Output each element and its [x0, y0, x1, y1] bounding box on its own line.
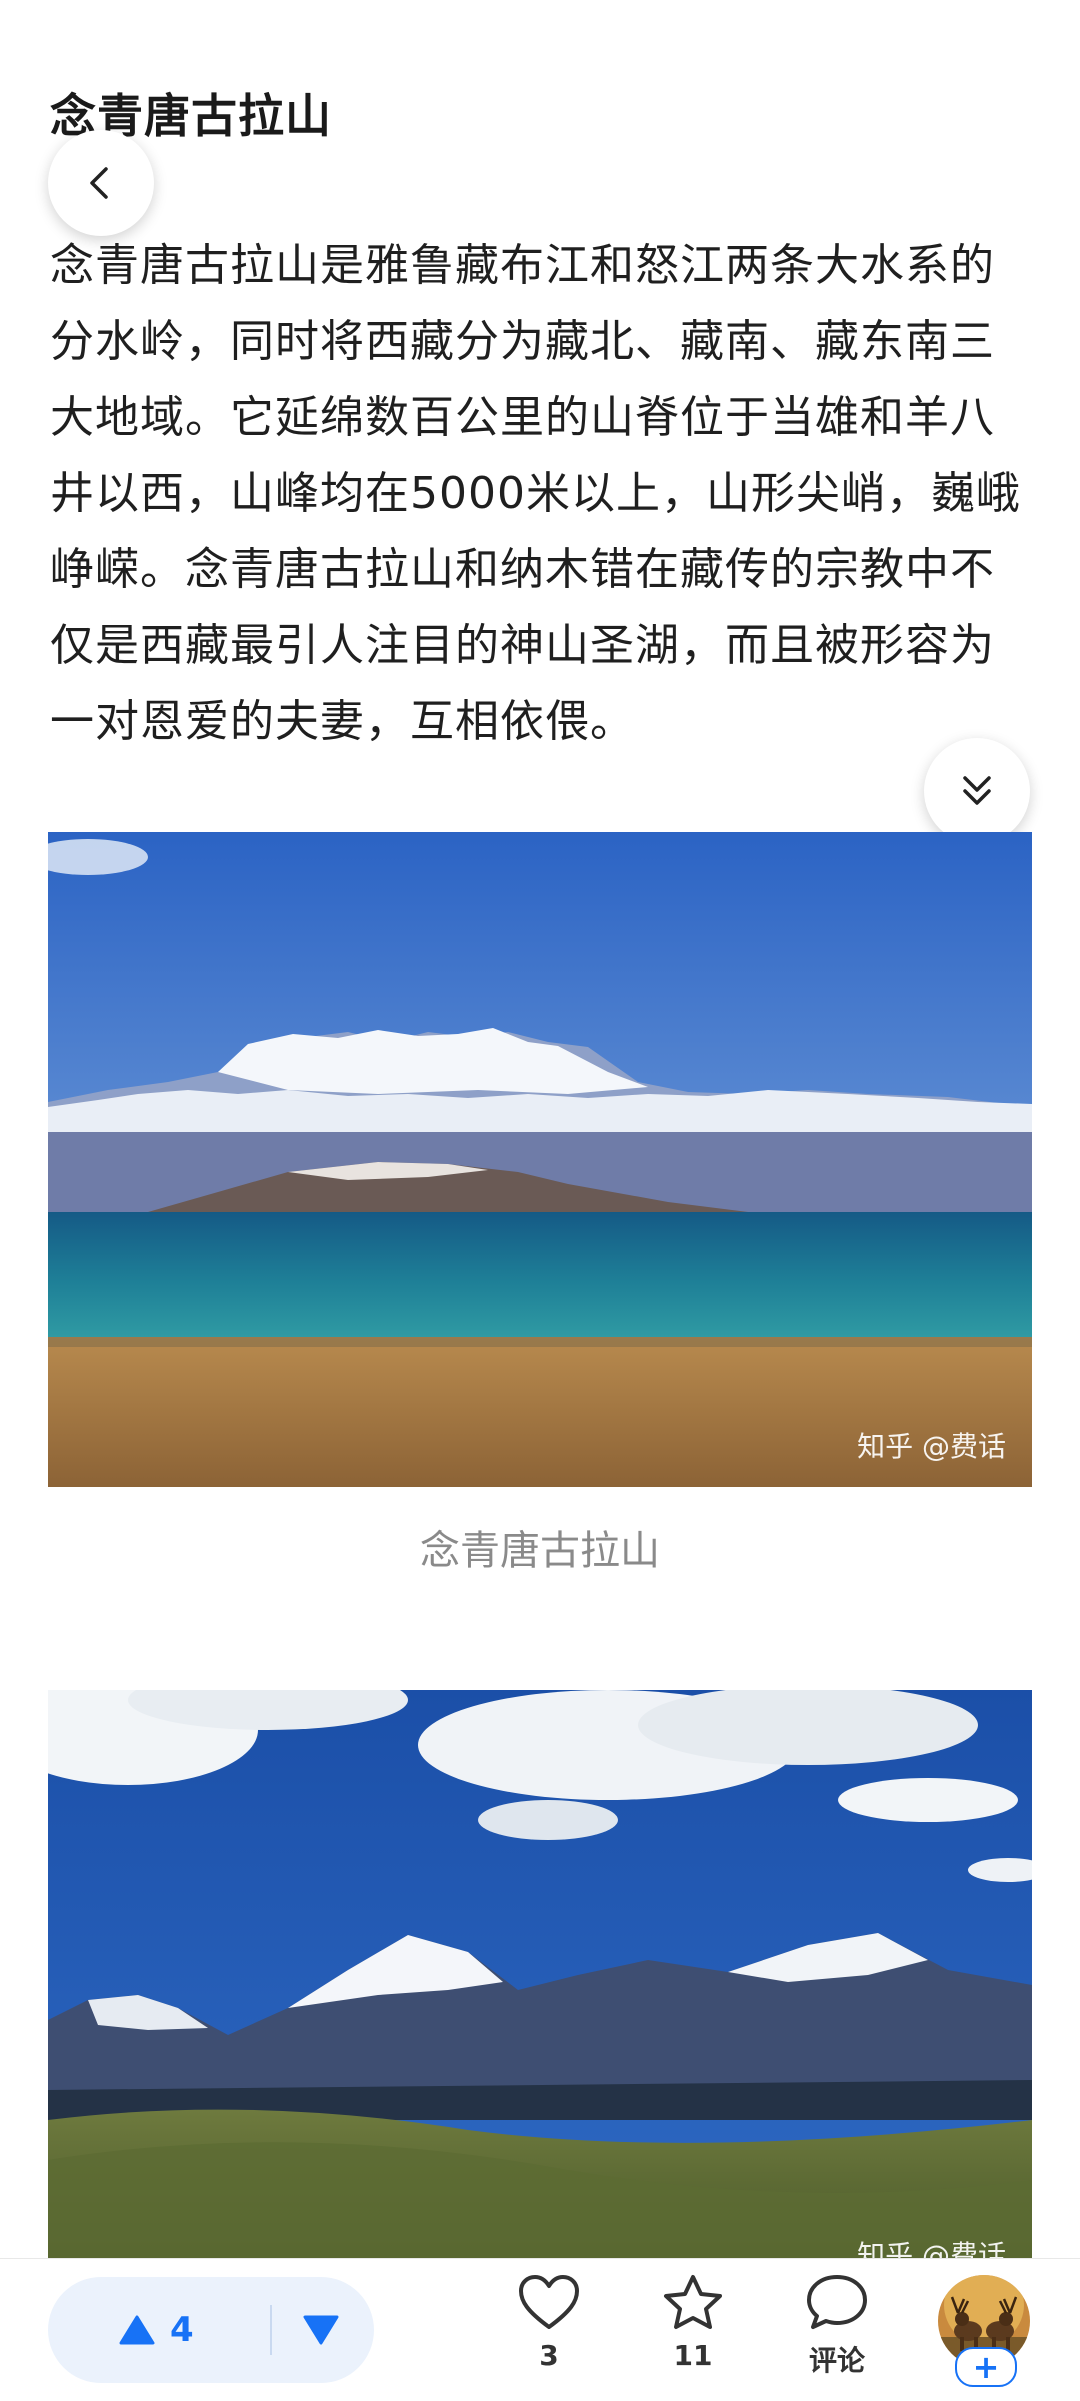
upvote-button[interactable]: 4 [118, 2277, 194, 2383]
mountain-hills-photo [48, 1690, 1032, 2260]
back-button[interactable] [48, 130, 154, 236]
chevron-left-icon [90, 167, 108, 199]
collapse-button[interactable] [924, 738, 1030, 844]
article-image-1[interactable]: 知乎 @费话 [48, 832, 1032, 1487]
favorite-count: 11 [673, 2339, 713, 2372]
image-caption: 念青唐古拉山 [420, 1528, 660, 1574]
favorite-button[interactable]: 11 [638, 2273, 748, 2372]
vote-pill: 4 [48, 2277, 374, 2383]
heart-icon [519, 2275, 579, 2329]
vote-divider [270, 2305, 272, 2355]
downvote-button[interactable] [302, 2277, 340, 2383]
speech-bubble-icon [807, 2275, 867, 2329]
follow-plus-badge[interactable]: + [955, 2347, 1017, 2387]
triangle-up-icon [119, 2315, 155, 2345]
triangle-down-icon [303, 2315, 339, 2345]
like-button[interactable]: 3 [494, 2273, 604, 2372]
star-icon [664, 2275, 722, 2329]
image-watermark: 知乎 @费话 [857, 1430, 1006, 1463]
upvote-count: 4 [170, 2310, 194, 2350]
like-count: 3 [539, 2339, 559, 2372]
double-chevron-down-icon [963, 776, 991, 805]
article-paragraph: 念青唐古拉山是雅鲁藏布江和怒江两条大水系的分水岭，同时将西藏分为藏北、藏南、藏东… [50, 240, 1021, 747]
comment-label: 评论 [808, 2344, 865, 2377]
comment-button[interactable]: 评论 [782, 2273, 892, 2379]
image-watermark-2: 知乎 @费话 [857, 2239, 1006, 2260]
bottom-action-bar: 4 3 11 评论 + [0, 2258, 1080, 2401]
article-image-2[interactable]: 知乎 @费话 [48, 1690, 1032, 2260]
mountain-lake-photo [48, 832, 1032, 1487]
